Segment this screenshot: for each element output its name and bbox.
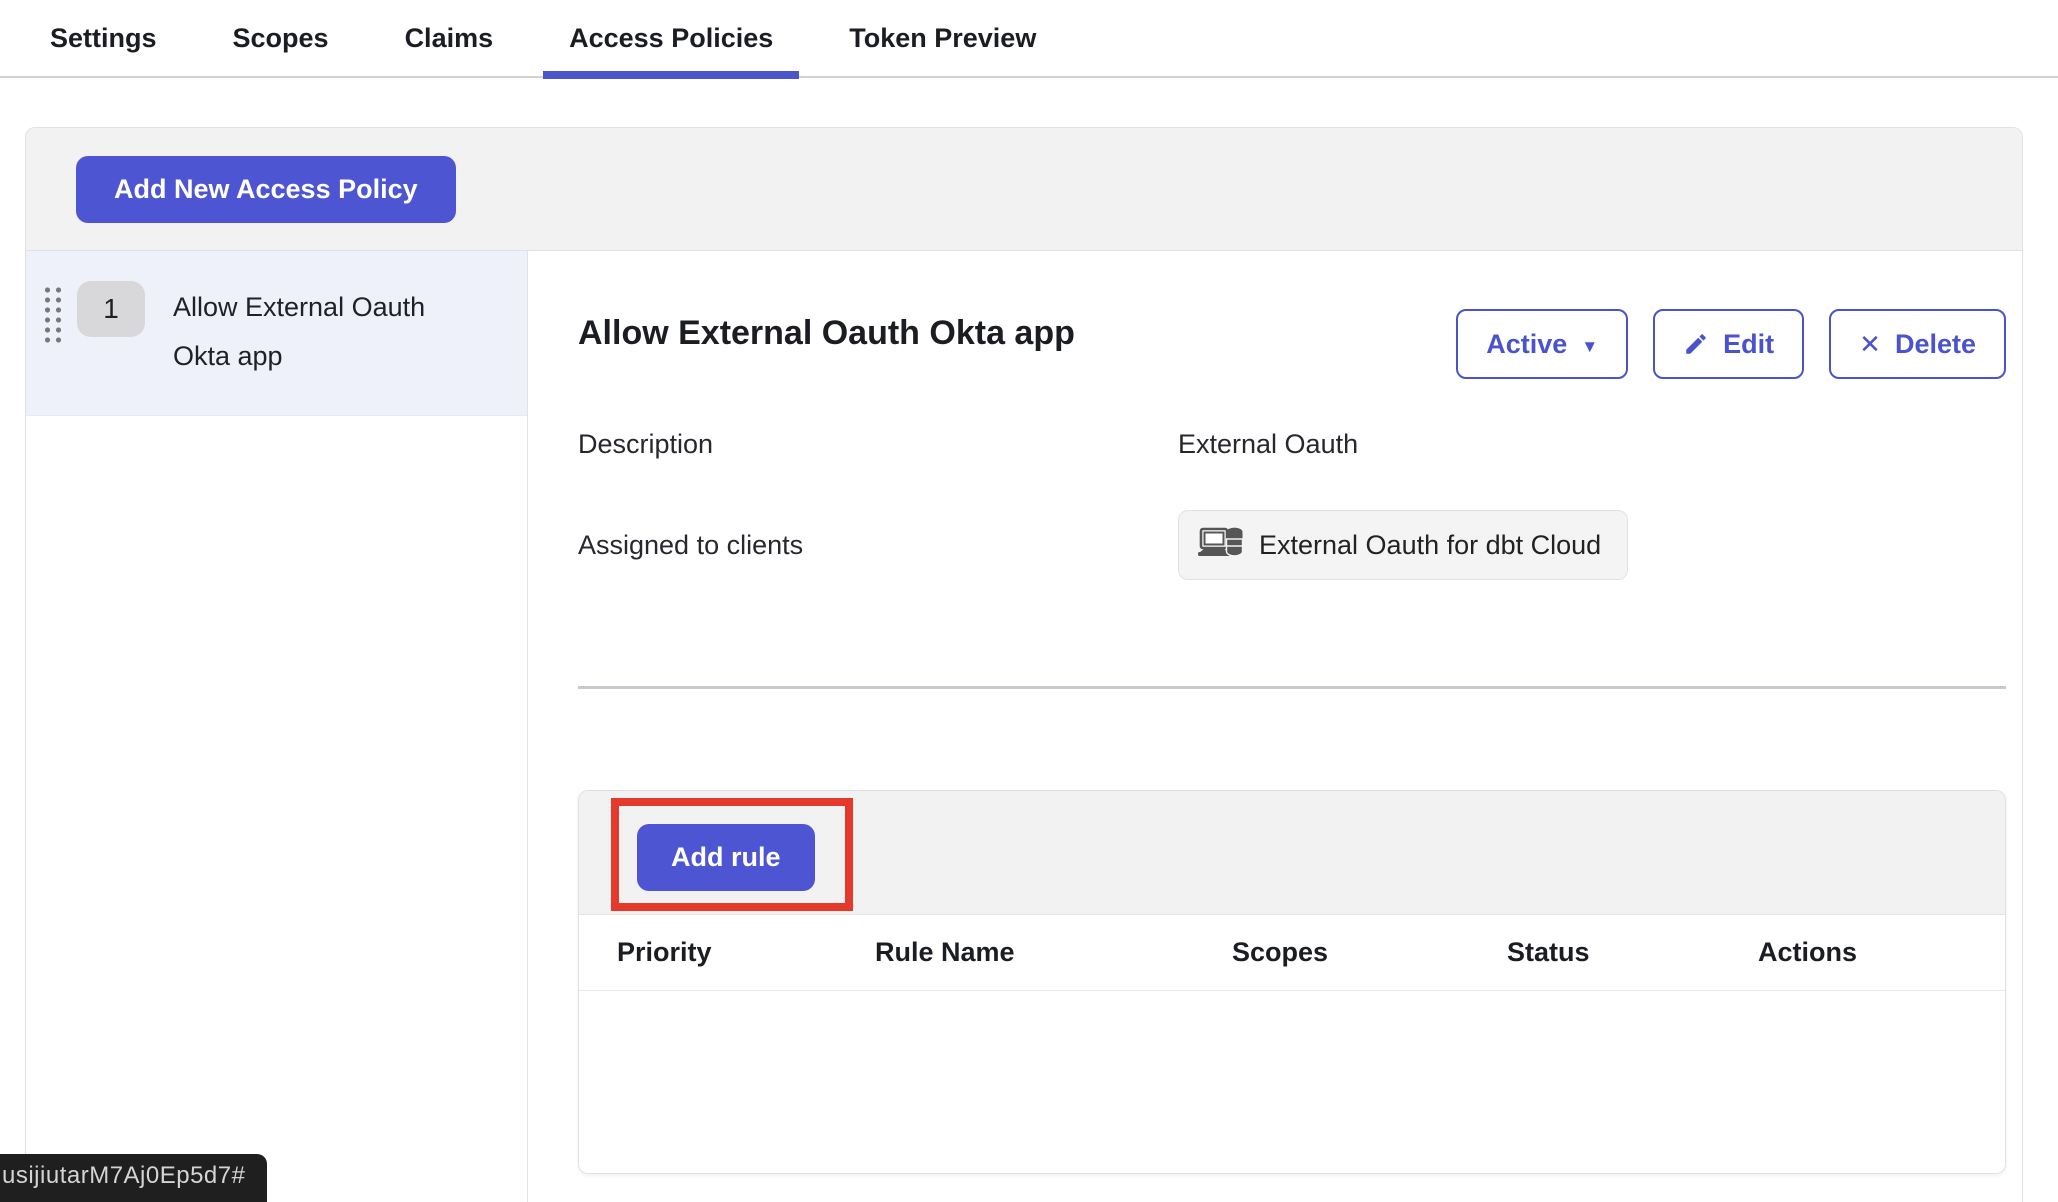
access-policies-panel: Add New Access Policy 1 Allow External O…: [25, 127, 2023, 1202]
edit-label: Edit: [1723, 329, 1774, 360]
policy-actions: Active ▼ Edit ✕ Delete: [1456, 309, 2006, 379]
policies-toolbar: Add New Access Policy: [26, 128, 2022, 251]
delete-label: Delete: [1895, 329, 1976, 360]
add-rule-button[interactable]: Add rule: [637, 824, 815, 891]
tab-access-policies[interactable]: Access Policies: [569, 0, 773, 77]
column-priority: Priority: [617, 937, 875, 968]
client-chip[interactable]: External Oauth for dbt Cloud: [1178, 510, 1628, 580]
edit-button[interactable]: Edit: [1653, 309, 1804, 379]
status-dropdown-button[interactable]: Active ▼: [1456, 309, 1628, 379]
column-rule-name: Rule Name: [875, 937, 1232, 968]
annotation-highlight-box: Add rule: [611, 798, 853, 911]
description-value: External Oauth: [1178, 429, 1358, 460]
client-chip-label: External Oauth for dbt Cloud: [1259, 530, 1601, 561]
rules-table-body-empty: [579, 991, 2005, 1173]
add-new-access-policy-button[interactable]: Add New Access Policy: [76, 156, 456, 223]
policy-detail: Allow External Oauth Okta app Active ▼ E…: [528, 251, 2022, 1202]
description-label: Description: [578, 429, 1178, 460]
assigned-clients-row: Assigned to clients: [578, 510, 2006, 580]
assigned-clients-label: Assigned to clients: [578, 530, 1178, 561]
rules-card: Add rule Priority Rule Name Scopes Statu…: [578, 790, 2006, 1174]
policy-list: 1 Allow External Oauth Okta app: [26, 251, 528, 1202]
computer-database-icon: [1197, 525, 1243, 565]
column-status: Status: [1507, 937, 1758, 968]
link-preview-tooltip: usijiutarM7Aj0Ep5d7#: [0, 1154, 267, 1202]
rules-table-header: Priority Rule Name Scopes Status Actions: [579, 915, 2005, 991]
rules-toolbar: Add rule: [579, 791, 2005, 915]
policy-priority-badge: 1: [77, 281, 145, 337]
policy-title: Allow External Oauth Okta app: [578, 309, 1075, 357]
status-label: Active: [1486, 329, 1567, 360]
delete-button[interactable]: ✕ Delete: [1829, 309, 2006, 379]
close-icon: ✕: [1859, 331, 1881, 357]
tab-scopes[interactable]: Scopes: [233, 0, 329, 77]
pencil-icon: [1683, 331, 1709, 357]
tab-settings[interactable]: Settings: [50, 0, 157, 77]
policy-list-item[interactable]: 1 Allow External Oauth Okta app: [26, 251, 527, 416]
tab-claims[interactable]: Claims: [405, 0, 494, 77]
policy-name: Allow External Oauth Okta app: [173, 281, 463, 381]
drag-handle-icon[interactable]: [42, 285, 63, 343]
section-divider: [578, 686, 2006, 689]
column-actions: Actions: [1758, 937, 1967, 968]
chevron-down-icon: ▼: [1581, 338, 1598, 355]
tab-bar: Settings Scopes Claims Access Policies T…: [0, 0, 2058, 78]
tab-token-preview[interactable]: Token Preview: [849, 0, 1036, 77]
column-scopes: Scopes: [1232, 937, 1507, 968]
description-row: Description External Oauth: [578, 429, 2006, 460]
